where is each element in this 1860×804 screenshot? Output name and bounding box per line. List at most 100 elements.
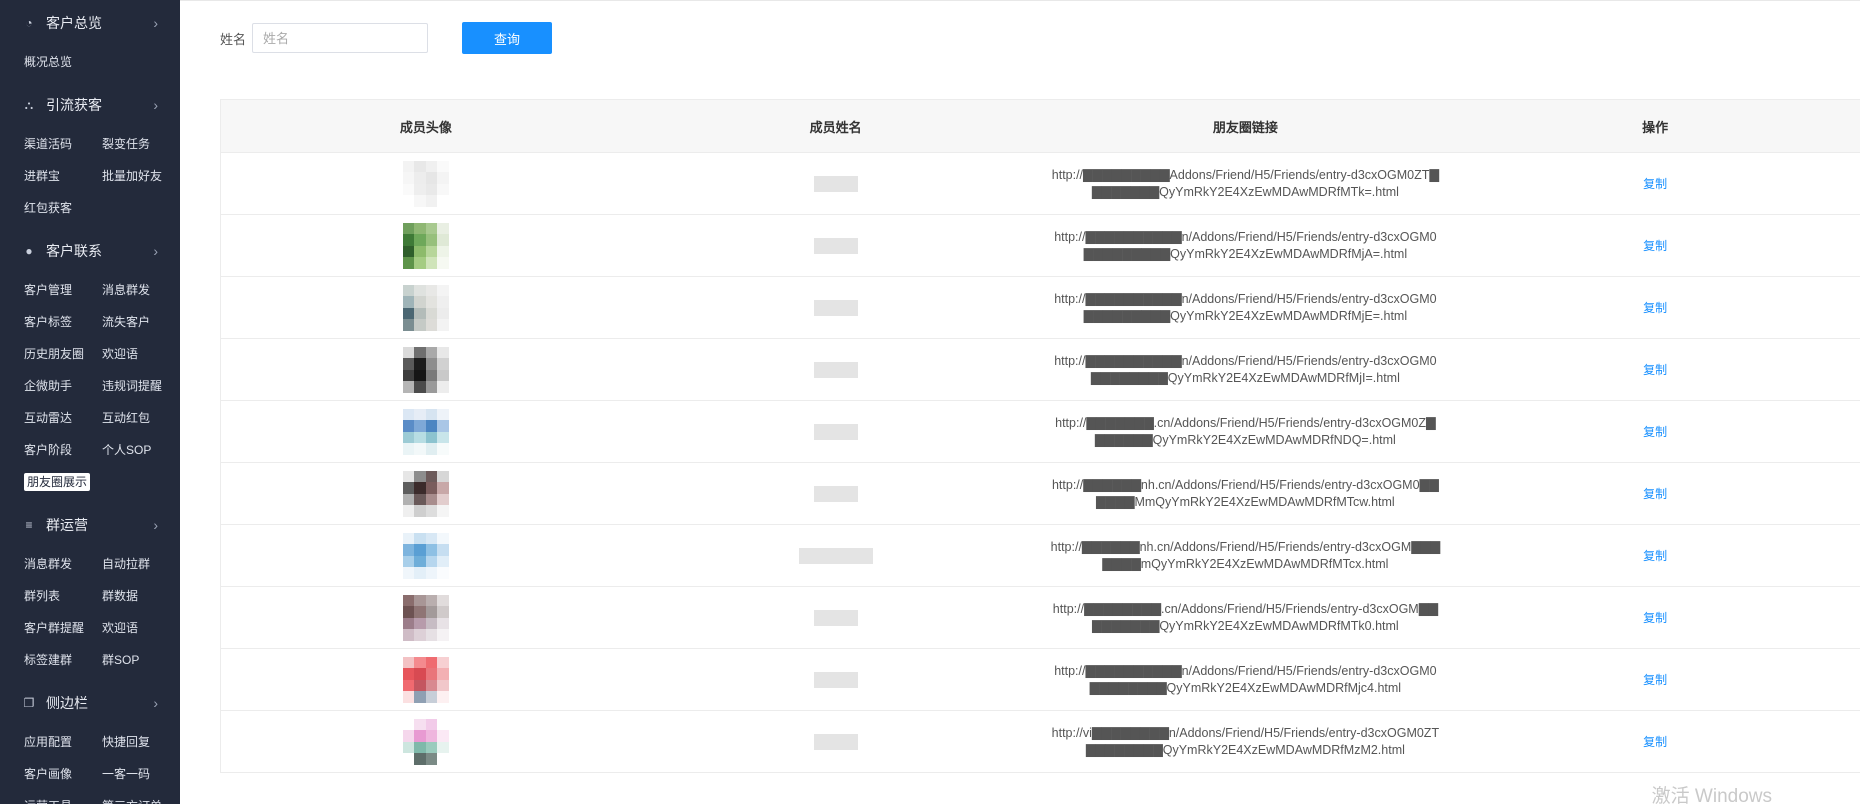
sidebar-item[interactable]: 裂变任务 [102,128,180,160]
sidebar-item-label: 概况总览 [24,55,73,69]
sidebar-item[interactable]: 消息群发 [24,548,102,580]
redacted-member-name [813,237,858,254]
sidebar-group-4[interactable]: ❐ 侧边栏 › [0,680,180,726]
sidebar-item[interactable]: 运营工具 [24,790,102,804]
sidebar-item[interactable]: 渠道活码 [24,128,102,160]
sidebar-item[interactable]: 群数据 [102,580,180,612]
sidebar-item-label: 运营工具 [24,799,72,804]
member-name-cell [631,609,1041,626]
sidebar-item-label: 进群宝 [24,169,61,183]
moments-link-text: http://▇▇▇▇▇▇▇▇▇Addons/Friend/H5/Friends… [1051,167,1439,199]
sidebar-group-2[interactable]: ● 客户联系 › [0,228,180,274]
copy-link-button[interactable]: 复制 [1643,299,1667,316]
sidebar-item[interactable]: 朋友圈展示 [24,466,102,498]
sidebar-item-label: 裂变任务 [102,137,151,151]
menu-lines-icon: ≡ [25,518,33,532]
sidebar-group-3[interactable]: ≡ 群运营 › [0,502,180,548]
sidebar-group-title: 客户总览 [46,15,102,31]
sidebar-item-label: 朋友圈展示 [24,473,91,491]
chevron-right-icon: › [153,517,158,533]
member-avatar [402,532,449,579]
avatar-cell [221,718,631,765]
sidebar-item[interactable]: 概况总览 [24,46,102,78]
name-label: 姓名 [220,31,247,47]
window-icon: ❐ [23,696,35,710]
sidebar-item[interactable]: 互动雷达 [24,402,102,434]
sidebar-group-title: 引流获客 [46,97,102,113]
sidebar-group-1[interactable]: ⛬ 引流获客 › [0,82,180,128]
copy-link-button[interactable]: 复制 [1643,423,1667,440]
sidebar-group-items: 消息群发 自动拉群 群列表 群数据 客户群提醒 欢迎语 标签建群 群SOP [0,548,180,680]
moments-link-cell: http://▇▇▇▇▇▇▇▇▇▇n/Addons/Friend/H5/Frie… [1041,353,1451,387]
copy-link-button[interactable]: 复制 [1643,609,1667,626]
moments-link-cell: http://▇▇▇▇▇▇▇.cn/Addons/Friend/H5/Frien… [1041,415,1451,449]
sidebar-item[interactable]: 客户标签 [24,306,102,338]
sidebar-item[interactable]: 个人SOP [102,434,180,466]
copy-link-button[interactable]: 复制 [1643,175,1667,192]
member-avatar [402,346,449,393]
sidebar-group-0[interactable]: ◔ 客户总览 › [0,0,180,46]
copy-link-button[interactable]: 复制 [1643,547,1667,564]
redacted-member-name [813,671,858,688]
sidebar-item[interactable]: 违规词提醒 [102,370,180,402]
copy-link-button[interactable]: 复制 [1643,733,1667,750]
avatar-cell [221,222,631,269]
sidebar-item[interactable]: 快捷回复 [102,726,180,758]
copy-link-button[interactable]: 复制 [1643,671,1667,688]
sidebar-item[interactable]: 应用配置 [24,726,102,758]
header-action: 操作 [1642,119,1669,135]
sidebar-item[interactable]: 群列表 [24,580,102,612]
redacted-member-name [813,609,858,626]
avatar-cell [221,346,631,393]
sidebar-item[interactable]: 标签建群 [24,644,102,676]
sitemap-icon: ⛬ [24,97,34,112]
query-button[interactable]: 查询 [462,22,553,54]
action-cell: 复制 [1450,423,1860,440]
sidebar-item[interactable]: 群SOP [102,644,180,676]
member-avatar [402,222,449,269]
action-cell: 复制 [1450,485,1860,502]
name-search-input[interactable] [252,23,429,53]
member-name-cell [631,423,1041,440]
sidebar-item-label: 第三方订单 [102,799,162,804]
table-row: http://▇▇▇▇▇▇▇▇▇Addons/Friend/H5/Friends… [221,153,1860,215]
sidebar-item-label: 客户画像 [24,767,73,781]
action-cell: 复制 [1450,671,1860,688]
action-cell: 复制 [1450,733,1860,750]
sidebar-item-label: 群数据 [102,589,139,603]
chevron-right-icon: › [153,243,158,259]
chevron-right-icon: › [153,695,158,711]
moments-link-cell: http://▇▇▇▇▇▇▇▇.cn/Addons/Friend/H5/Frie… [1041,601,1451,635]
copy-link-button[interactable]: 复制 [1643,237,1667,254]
sidebar-item[interactable]: 客户画像 [24,758,102,790]
pie-chart-icon: ◔ [25,16,33,30]
header-avatar: 成员头像 [399,119,452,135]
sidebar-item[interactable]: 客户管理 [24,274,102,306]
sidebar-item[interactable]: 一客一码 [102,758,180,790]
sidebar-item[interactable]: 消息群发 [102,274,180,306]
table-row: http://▇▇▇▇▇▇▇.cn/Addons/Friend/H5/Frien… [221,401,1860,463]
sidebar-item-label: 群SOP [102,653,140,667]
sidebar-item[interactable]: 客户阶段 [24,434,102,466]
sidebar-item[interactable]: 欢迎语 [102,338,180,370]
sidebar-item[interactable]: 互动红包 [102,402,180,434]
member-avatar [402,594,449,641]
member-avatar [402,470,449,517]
sidebar-group-items: 渠道活码 裂变任务进群宝 批量加好友 红包获客 [0,128,180,228]
avatar-cell [221,656,631,703]
sidebar-item[interactable]: 客户群提醒 [24,612,102,644]
sidebar-item[interactable]: 自动拉群 [102,548,180,580]
sidebar-item[interactable]: 批量加好友 [102,160,180,192]
table-row: http://vi▇▇▇▇▇▇▇▇n/Addons/Friend/H5/Frie… [221,711,1860,773]
sidebar-item-label: 快捷回复 [102,735,151,749]
sidebar-item[interactable]: 红包获客 [24,192,102,224]
sidebar-item[interactable]: 第三方订单 [102,790,180,804]
sidebar-item-label: 渠道活码 [24,137,73,151]
sidebar-item[interactable]: 欢迎语 [102,612,180,644]
copy-link-button[interactable]: 复制 [1643,485,1667,502]
sidebar-item[interactable]: 流失客户 [102,306,180,338]
sidebar-item[interactable]: 进群宝 [24,160,102,192]
sidebar-item[interactable]: 历史朋友圈 [24,338,102,370]
copy-link-button[interactable]: 复制 [1643,361,1667,378]
sidebar-item[interactable]: 企微助手 [24,370,102,402]
